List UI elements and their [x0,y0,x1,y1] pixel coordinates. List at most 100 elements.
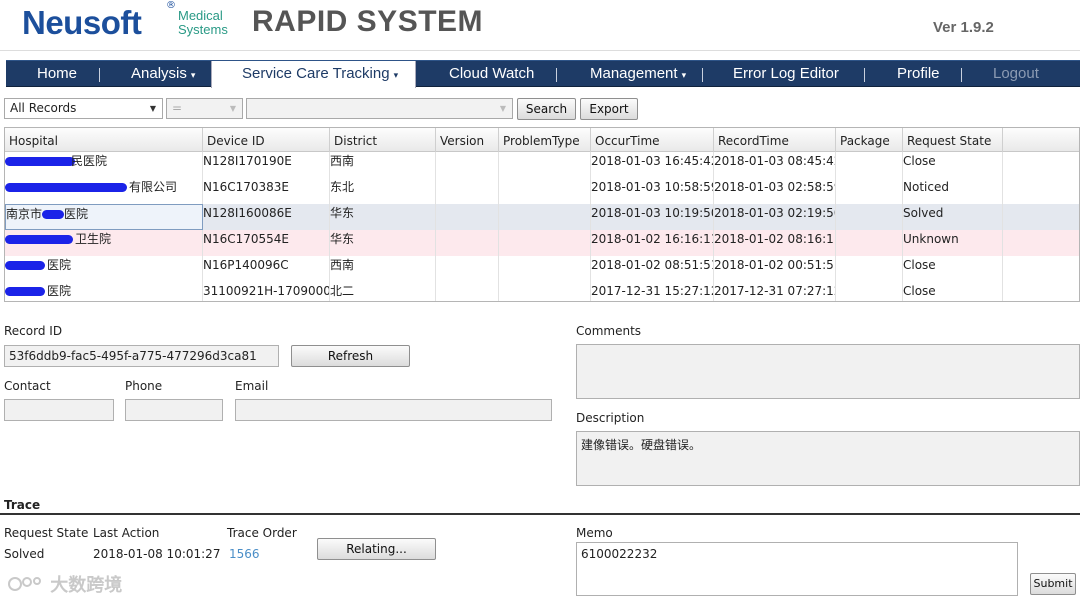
logo-subtitle: Medical Systems [178,8,228,37]
contact-field[interactable] [4,399,114,421]
cell-problem-type [499,204,591,230]
column-header-device-id[interactable]: Device ID [203,128,330,152]
nav-analysis[interactable]: Analysis ▾ [131,61,195,88]
cell-version [436,282,499,301]
cell-package [836,204,903,230]
cell-district: 东北 [330,178,436,204]
phone-label: Phone [125,379,163,393]
comments-textarea[interactable] [576,344,1080,399]
column-header-package[interactable]: Package [836,128,903,152]
cell-problem-type [499,282,591,301]
memo-textarea[interactable]: 6100022232 [576,542,1018,596]
request-state-value: Solved [4,547,45,561]
table-header: Hospital Device ID District Version Prob… [5,128,1079,152]
redaction-mark [42,210,65,219]
nav-error-log-editor[interactable]: Error Log Editor [733,61,839,88]
record-filter-select[interactable]: All Records ▼ [4,98,163,119]
cell-hospital: 医院 [5,256,203,282]
dropdown-arrow-icon: ▼ [229,104,236,113]
cell-request-state: Close [903,282,1003,301]
nav-profile[interactable]: Profile [897,61,940,88]
refresh-button[interactable]: Refresh [291,345,410,367]
cell-problem-type [499,230,591,256]
relating-button[interactable]: Relating... [317,538,436,560]
cell-occur-time: 2018-01-03 16:45:42 [591,152,714,178]
table-row[interactable]: 有限公司 N16C170383E 东北 2018-01-03 10:58:59 … [5,178,1079,204]
cell-district: 华东 [330,230,436,256]
column-header-request-state[interactable]: Request State [903,128,1003,152]
cell-package [836,178,903,204]
cell-district: 北二 [330,282,436,301]
header-divider [0,50,1080,51]
cell-device-id: N128I170190E [203,152,330,178]
last-action-label: Last Action [93,526,160,540]
redaction-mark [5,261,45,270]
watermark-logo-icon [8,577,41,591]
redaction-mark [5,287,45,296]
request-state-label: Request State [4,526,89,540]
cell-problem-type [499,256,591,282]
nav-separator [961,68,962,82]
dropdown-arrow-icon: ▼ [149,104,156,113]
nav-home[interactable]: Home [37,61,77,88]
column-header-version[interactable]: Version [436,128,499,152]
operator-select[interactable]: = ▼ [166,98,243,119]
table-row[interactable]: 医院 31100921H-17090002 北二 2017-12-31 15:2… [5,282,1079,301]
cell-problem-type [499,178,591,204]
cell-request-state: Close [903,152,1003,178]
cell-record-time: 2018-01-02 00:51:51 [714,256,836,282]
table-row[interactable]: 民医院 N128I170190E 西南 2018-01-03 16:45:42 … [5,152,1079,178]
app-title: RAPID SYSTEM [252,5,484,38]
cell-record-time: 2018-01-03 02:19:50 [714,204,836,230]
main-nav: Home Analysis ▾ Service Care Tracking ▾ Cl… [6,60,1080,88]
nav-management[interactable]: Management ▾ [590,61,686,88]
nav-separator [99,68,100,82]
column-header-district[interactable]: District [330,128,436,152]
search-value-combobox[interactable]: ▼ [246,98,513,119]
column-header-hospital[interactable]: Hospital [5,128,203,152]
nav-separator [702,68,703,82]
record-id-label: Record ID [4,324,63,338]
trace-order-label: Trace Order [227,526,297,540]
redaction-mark [5,183,127,192]
records-table: Hospital Device ID District Version Prob… [4,127,1080,302]
redaction-mark [5,235,73,244]
dropdown-arrow-icon: ▼ [499,104,506,113]
trace-divider [0,513,1080,515]
cell-record-time: 2018-01-03 02:58:59 [714,178,836,204]
phone-field[interactable] [125,399,223,421]
cell-occur-time: 2017-12-31 15:27:12 [591,282,714,301]
cell-device-id: N16P140096C [203,256,330,282]
email-field[interactable] [235,399,552,421]
cell-hospital: 民医院 [5,152,203,178]
record-id-field[interactable]: 53f6ddb9-fac5-495f-a775-477296d3ca81 [4,345,279,367]
nav-separator [864,68,865,82]
search-button[interactable]: Search [517,98,576,120]
table-row[interactable]: 卫生院 N16C170554E 华东 2018-01-02 16:16:11 2… [5,230,1079,256]
submit-button[interactable]: Submit [1030,573,1076,595]
column-header-problem-type[interactable]: ProblemType [499,128,591,152]
column-header-record-time[interactable]: RecordTime [714,128,836,152]
description-textarea[interactable]: 建像错误。硬盘错误。 [576,431,1080,486]
watermark: 大数跨境 [8,571,122,597]
nav-cloud-watch[interactable]: Cloud Watch [449,61,534,88]
comments-label: Comments [576,324,642,338]
cell-district: 西南 [330,152,436,178]
export-button[interactable]: Export [580,98,638,120]
cell-district: 西南 [330,256,436,282]
neusoft-logo: Neusoft [22,4,142,41]
trace-order-link[interactable]: 1566 [229,547,260,561]
cell-device-id: N16C170383E [203,178,330,204]
logo-registered-mark: ® [166,0,176,11]
cell-package [836,230,903,256]
cell-request-state: Close [903,256,1003,282]
column-header-occur-time[interactable]: OccurTime [591,128,714,152]
cell-package [836,256,903,282]
nav-logout[interactable]: Logout [993,61,1039,88]
cell-version [436,178,499,204]
table-row[interactable]: 医院 N16P140096C 西南 2018-01-02 08:51:51 20… [5,256,1079,282]
nav-service-care-tracking[interactable]: Service Care Tracking ▾ [211,61,416,88]
app-header: Neusoft ® Medical Systems RAPID SYSTEM V… [0,0,1080,58]
table-row-selected[interactable]: 南京市 医院 N128I160086E 华东 2018-01-03 10:19:5… [5,204,1079,230]
description-label: Description [576,411,645,425]
